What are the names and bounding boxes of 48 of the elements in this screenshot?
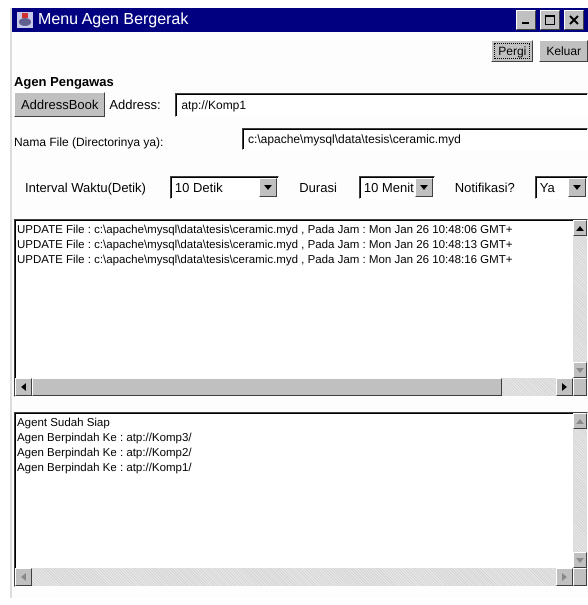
right-arrow-icon (562, 573, 567, 581)
vertical-scrollbar[interactable] (573, 413, 587, 568)
dropdown[interactable]: 10 Detik (170, 176, 280, 199)
log-text-area[interactable]: Agent Sudah Siap Agen Berpindah Ke : atp://Komp3/ Agen Berpindah Ke : atp://Komp2/ Agen Berpindah Ke : atp://Komp1/ (14, 412, 588, 587)
dropdown-button[interactable] (259, 178, 278, 197)
file-field[interactable]: c:\apache\mysql\data\tesis\ceramic.myd (242, 128, 588, 150)
log-line: UPDATE File : c:\apache\mysql\data\tesis\ceramic.myd , Pada Jam : Mon Jan 26 10:48:16 GMT+ (17, 253, 514, 268)
log-text-area[interactable] (14, 219, 588, 397)
log-line: UPDATE File : c:\apache\mysql\data\tesis\ceramic.myd , Pada Jam : Mon Jan 26 10:48:13 GMT+ (17, 238, 514, 253)
log-line: UPDATE File : c:\apache\mysql\data\tesis\ceramic.myd , Pada Jam : Mon Jan 26 10:48:06 GMT+ (17, 223, 514, 238)
option-label: Notifikasi? (454, 180, 515, 195)
horizontal-scrollbar[interactable] (15, 568, 573, 586)
close-button[interactable] (564, 10, 584, 30)
log-line: Agent Sudah Siap (17, 416, 111, 431)
window-title: Menu Agen Bergerak (38, 11, 190, 29)
address-label: Address: (109, 97, 162, 112)
left-arrow-icon (21, 573, 26, 581)
dropdown[interactable]: Ya (534, 176, 588, 199)
left-arrow-icon (21, 383, 26, 391)
log-line: Agen Berpindah Ke : atp://Komp2/ (17, 446, 193, 461)
action-button[interactable]: Pergi (491, 40, 534, 62)
maximize-icon (545, 15, 555, 25)
minimize-button[interactable] (516, 10, 536, 30)
log-line: Agen Berpindah Ke : atp://Komp1/ (17, 461, 193, 476)
address-field[interactable]: atp://Komp1 (175, 92, 588, 116)
app-icon (16, 11, 34, 29)
vertical-scrollbar[interactable] (573, 220, 587, 378)
down-arrow-icon (264, 185, 272, 190)
section-title: Agen Pengawas (14, 74, 115, 89)
horizontal-scrollbar[interactable] (15, 378, 573, 396)
dropdown[interactable]: 10 Menit (358, 176, 435, 199)
option-label: Interval Waktu(Detik) (25, 180, 146, 195)
down-arrow-icon (573, 185, 581, 190)
log-line: Agen Berpindah Ke : atp://Komp3/ (17, 431, 193, 446)
up-arrow-icon (576, 226, 584, 230)
right-arrow-icon (562, 383, 567, 391)
maximize-button[interactable] (540, 10, 560, 30)
dropdown-button[interactable] (414, 178, 433, 197)
down-arrow-icon (576, 558, 584, 562)
down-arrow-icon (420, 185, 428, 190)
close-icon (569, 15, 579, 25)
file-label: Nama File (Directorinya ya): (14, 134, 164, 149)
up-arrow-icon (576, 418, 584, 424)
option-label: Durasi (299, 180, 337, 195)
down-arrow-icon (576, 368, 584, 372)
action-button[interactable]: Keluar (539, 40, 588, 62)
address-book-button[interactable]: AddressBook (14, 92, 106, 117)
dropdown-button[interactable] (568, 178, 586, 197)
